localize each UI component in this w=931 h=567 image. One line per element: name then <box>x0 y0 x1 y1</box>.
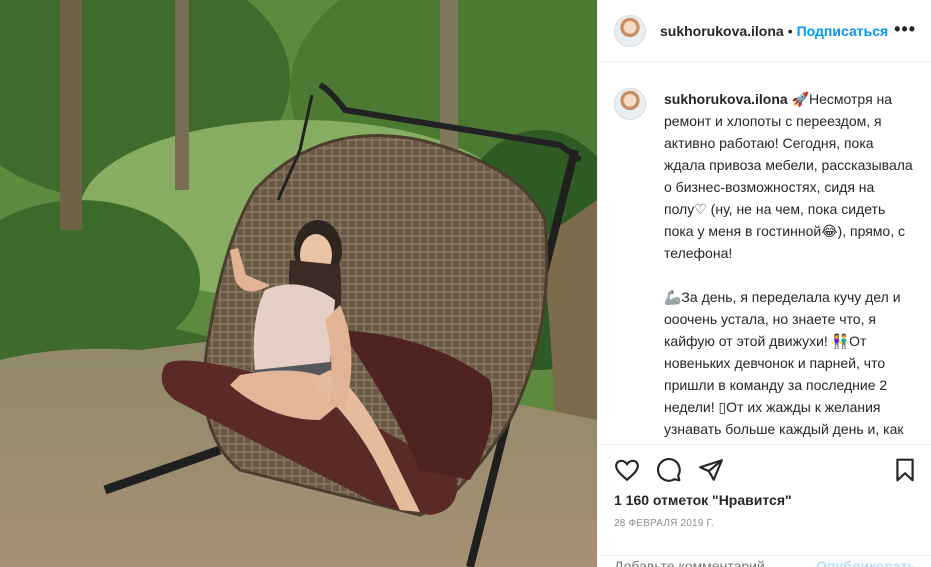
post-header: sukhorukova.ilona • Подписаться ••• <box>598 0 931 62</box>
caption-username[interactable]: sukhorukova.ilona <box>664 91 788 107</box>
share-icon[interactable] <box>698 457 724 483</box>
photo-illustration <box>0 0 597 567</box>
more-icon[interactable]: ••• <box>894 20 916 38</box>
action-icons <box>614 457 724 485</box>
avatar[interactable] <box>614 14 646 47</box>
action-bar: 1 160 отметок "Нравится" 28 февраля 2019… <box>598 444 931 567</box>
bookmark-icon[interactable] <box>892 457 918 483</box>
comment-bar: Опубликовать <box>598 555 931 567</box>
comment-input[interactable] <box>614 557 817 567</box>
post-photo[interactable] <box>0 0 597 567</box>
caption-text-block: sukhorukova.ilona 🚀Несмотря на ремонт и … <box>664 88 914 444</box>
caption: sukhorukova.ilona 🚀Несмотря на ремонт и … <box>614 88 916 444</box>
post-date[interactable]: 28 февраля 2019 г. <box>614 518 714 529</box>
likes-count[interactable]: 1 160 отметок "Нравится" <box>614 492 792 508</box>
post-panel: sukhorukova.ilona • Подписаться ••• sukh… <box>597 0 931 567</box>
caption-body: 🚀Несмотря на ремонт и хлопоты с переездо… <box>664 91 913 444</box>
heart-icon[interactable] <box>614 457 640 483</box>
comments-area[interactable]: sukhorukova.ilona 🚀Несмотря на ремонт и … <box>598 62 931 444</box>
publish-button[interactable]: Опубликовать <box>816 558 916 567</box>
follow-button[interactable]: Подписаться <box>797 23 889 39</box>
separator-dot: • <box>787 22 793 39</box>
caption-avatar[interactable] <box>614 88 646 120</box>
comment-icon[interactable] <box>656 457 682 483</box>
post-window: sukhorukova.ilona • Подписаться ••• sukh… <box>0 0 931 567</box>
username-link[interactable]: sukhorukova.ilona <box>660 23 784 39</box>
